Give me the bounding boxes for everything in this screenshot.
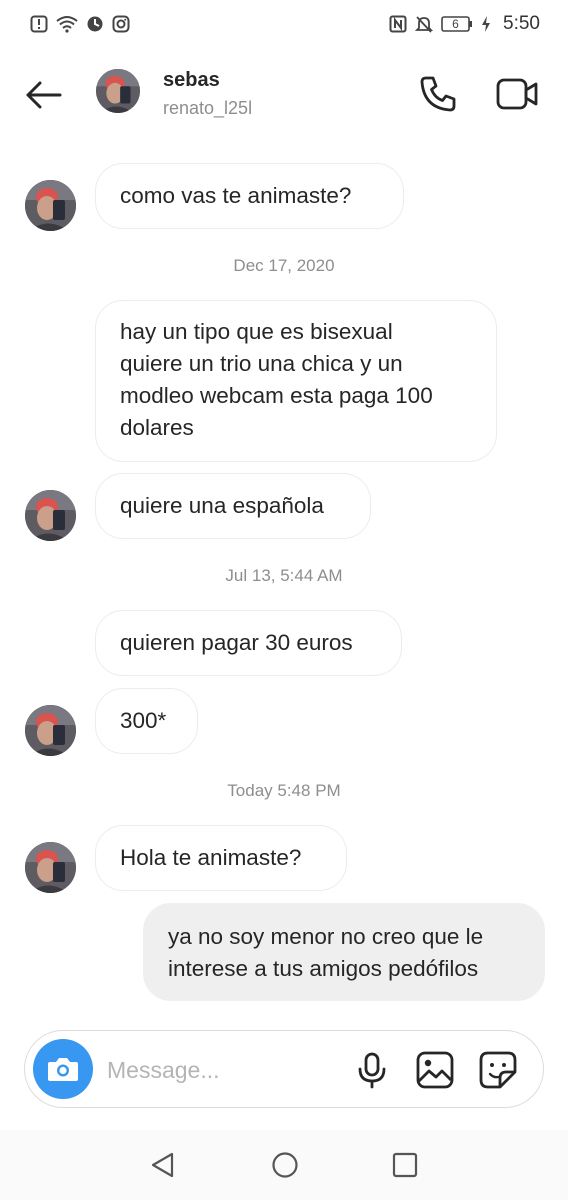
gallery-button[interactable]: [415, 1050, 455, 1090]
contact-username[interactable]: renato_l25l: [163, 98, 252, 119]
microphone-icon: [358, 1052, 386, 1089]
system-nav-bar: [0, 1130, 568, 1200]
microphone-button[interactable]: [352, 1050, 392, 1090]
triangle-back-icon: [151, 1152, 174, 1178]
voice-call-button[interactable]: [416, 72, 460, 116]
battery-icon: 6: [441, 15, 473, 33]
message-bubble[interactable]: quieren pagar 30 euros: [95, 610, 402, 676]
status-bar: 6 5:50: [0, 0, 568, 48]
status-right: 6 5:50: [389, 13, 540, 35]
sticker-icon: [479, 1051, 517, 1089]
video-call-button[interactable]: [494, 72, 540, 116]
nav-back-button[interactable]: [148, 1150, 178, 1180]
message-bubble[interactable]: Hola te animaste?: [95, 825, 347, 891]
nav-home-button[interactable]: [270, 1150, 300, 1180]
sender-avatar[interactable]: [25, 705, 76, 756]
nav-recents-button[interactable]: [390, 1150, 420, 1180]
chat-header: sebas renato_l25l: [0, 58, 568, 128]
message-bubble[interactable]: quiere una española: [95, 473, 371, 539]
contact-name[interactable]: sebas: [163, 69, 220, 92]
message-timestamp: Today 5:48 PM: [227, 781, 341, 800]
sender-avatar[interactable]: [25, 180, 76, 231]
message-timestamp: Dec 17, 2020: [233, 256, 335, 275]
my-message-bubble[interactable]: ya no soy menor no creo que le interese …: [143, 903, 545, 1001]
video-camera-icon: [496, 78, 538, 110]
message-bubble[interactable]: 300*: [95, 688, 198, 754]
message-input[interactable]: [107, 1051, 337, 1089]
back-button[interactable]: [22, 74, 64, 116]
instagram-icon: [112, 15, 130, 33]
charging-icon: [481, 15, 491, 33]
status-left: [30, 15, 130, 33]
mute-icon: [415, 15, 434, 33]
square-recents-icon: [392, 1152, 418, 1178]
nfc-icon: [389, 15, 407, 33]
camera-button[interactable]: [33, 1039, 93, 1099]
gallery-icon: [416, 1051, 454, 1089]
message-bubble[interactable]: como vas te animaste?: [95, 163, 404, 229]
alert-icon: [30, 15, 48, 33]
battery-level: 6: [452, 17, 459, 31]
back-arrow-icon: [26, 81, 62, 109]
circle-home-icon: [272, 1152, 298, 1178]
phone-icon: [420, 76, 456, 112]
sticker-button[interactable]: [478, 1050, 518, 1090]
wifi-icon: [56, 15, 78, 33]
message-composer: [24, 1030, 544, 1108]
data-saver-icon: [86, 15, 104, 33]
message-timestamp: Jul 13, 5:44 AM: [225, 566, 343, 585]
profile-avatar[interactable]: [96, 69, 140, 113]
sender-avatar[interactable]: [25, 842, 76, 893]
camera-icon: [48, 1058, 78, 1081]
status-time: 5:50: [503, 13, 540, 34]
message-bubble[interactable]: hay un tipo que es bisexual quiere un tr…: [95, 300, 497, 462]
sender-avatar[interactable]: [25, 490, 76, 541]
